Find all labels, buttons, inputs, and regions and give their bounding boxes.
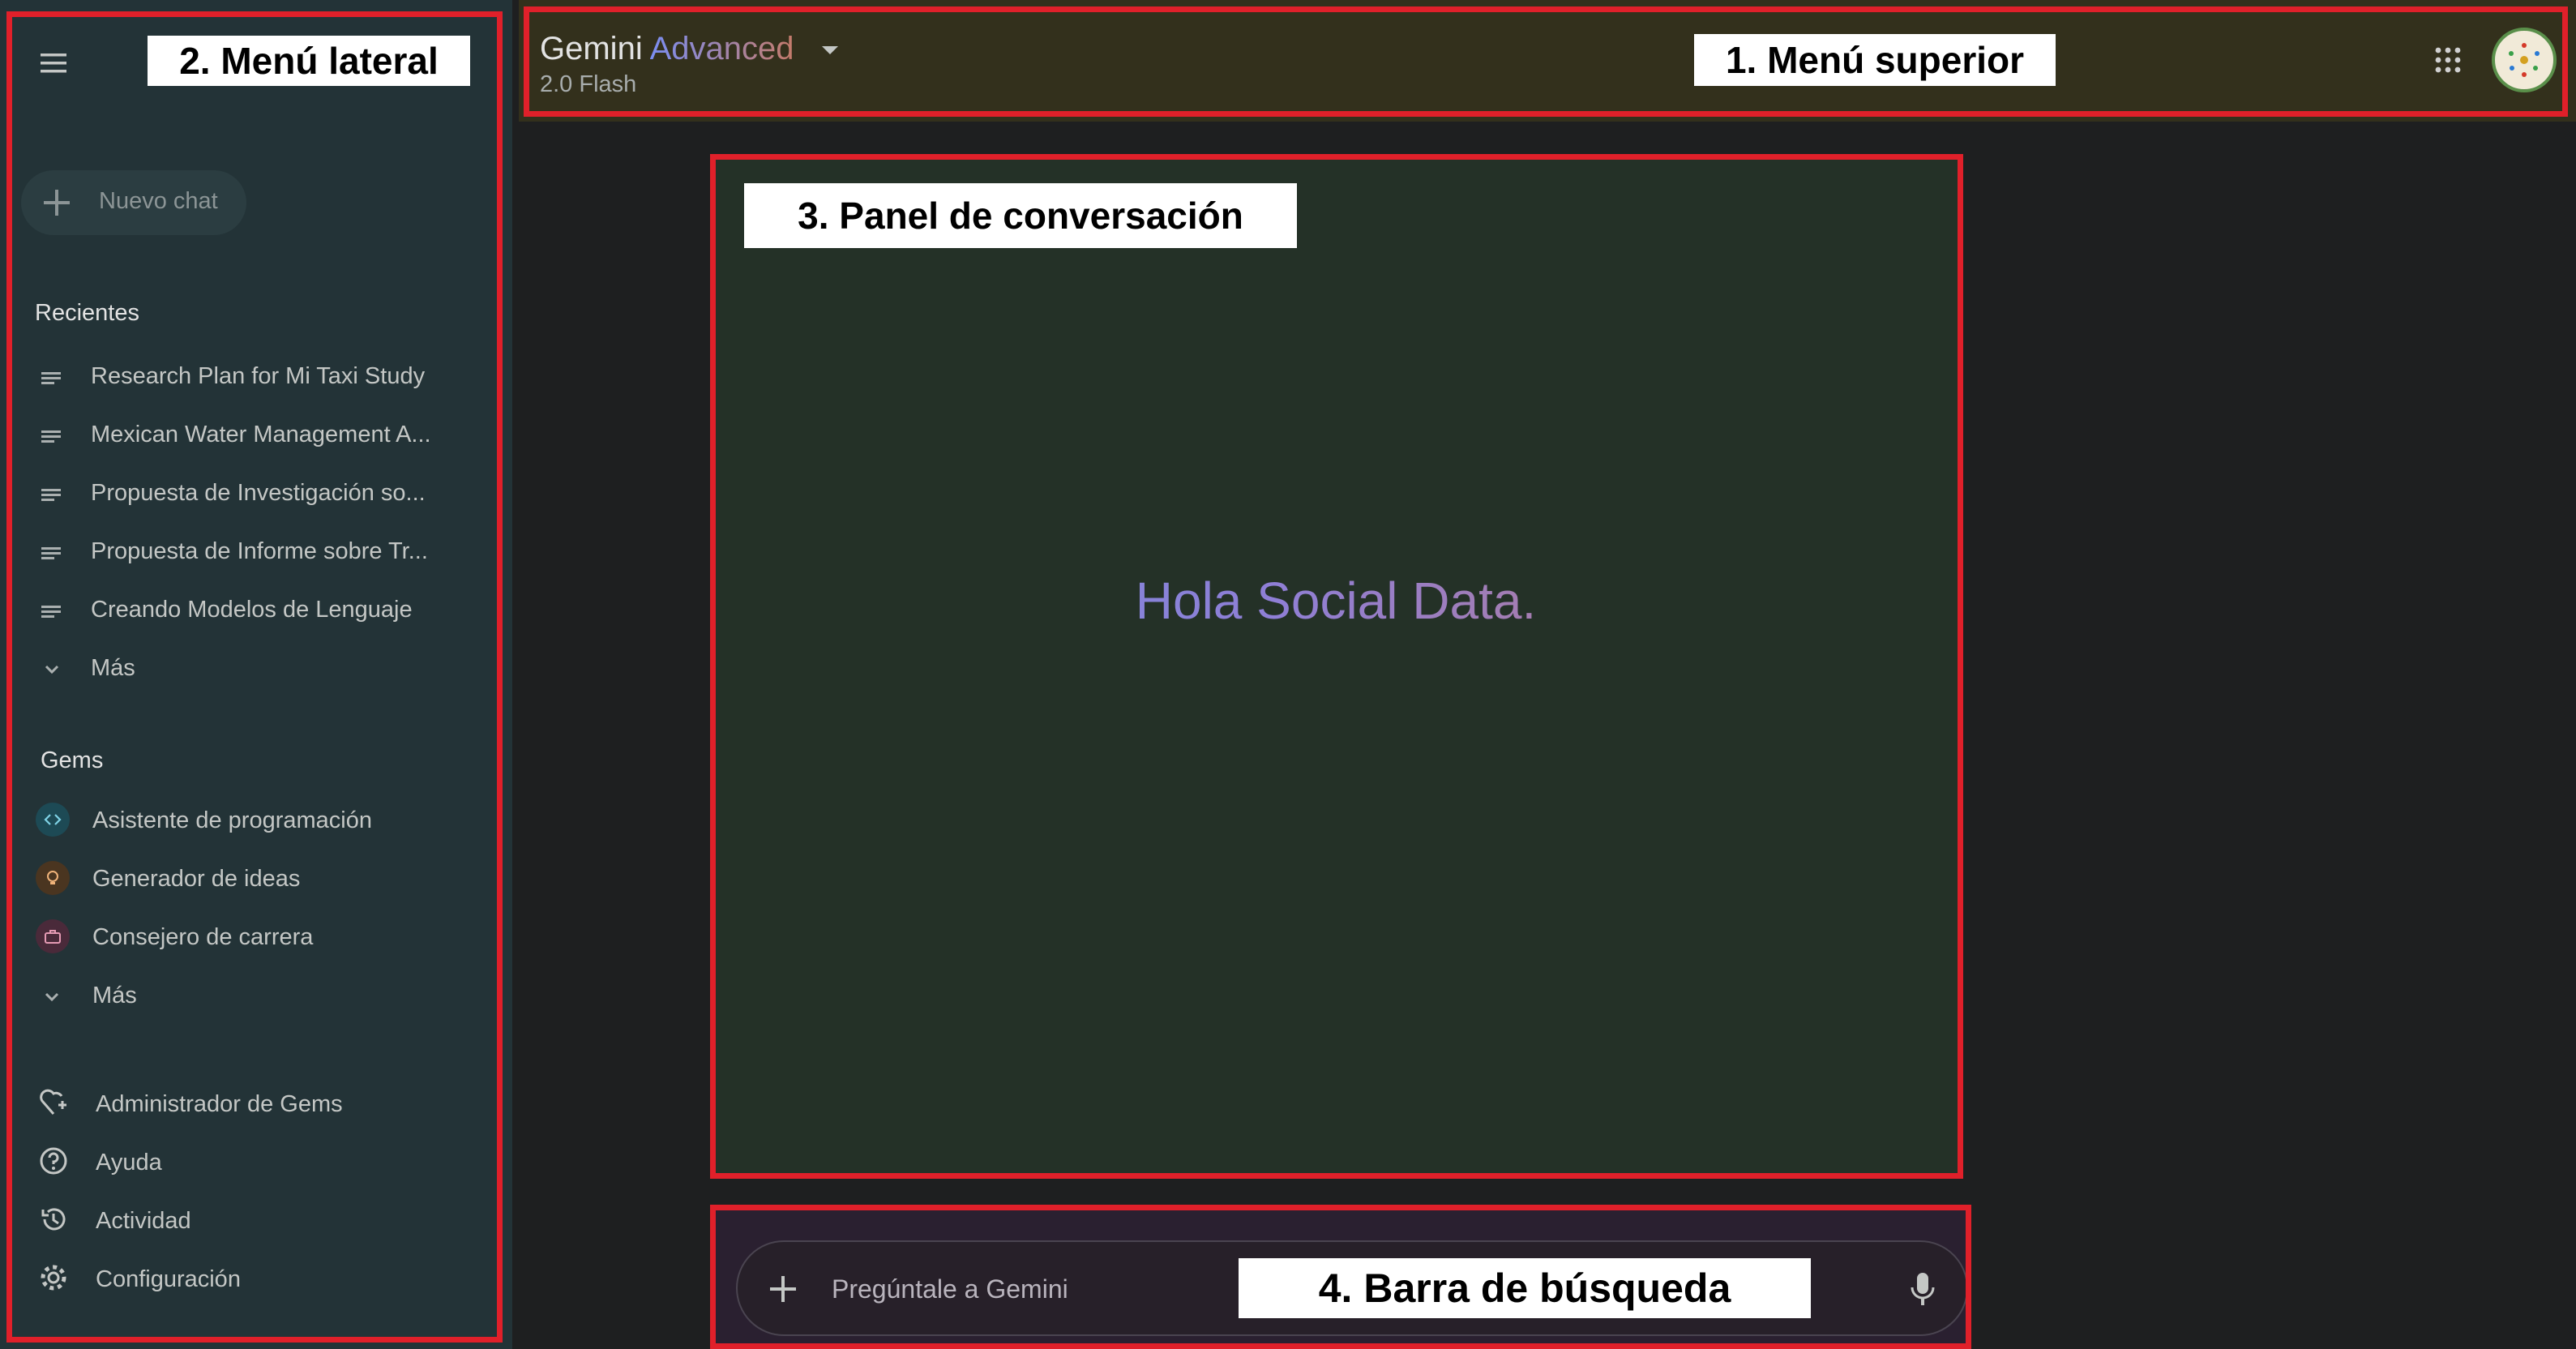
annotation-box-conversation [710,154,1963,1179]
annotation-label-search: 4. Barra de búsqueda [1239,1258,1811,1318]
annotation-label-side-menu: 2. Menú lateral [148,36,470,86]
annotation-box-side-menu [6,11,503,1343]
annotation-label-conversation: 3. Panel de conversación [744,183,1297,248]
annotation-box-top-menu [524,6,2568,117]
annotation-label-top-menu: 1. Menú superior [1694,34,2056,86]
